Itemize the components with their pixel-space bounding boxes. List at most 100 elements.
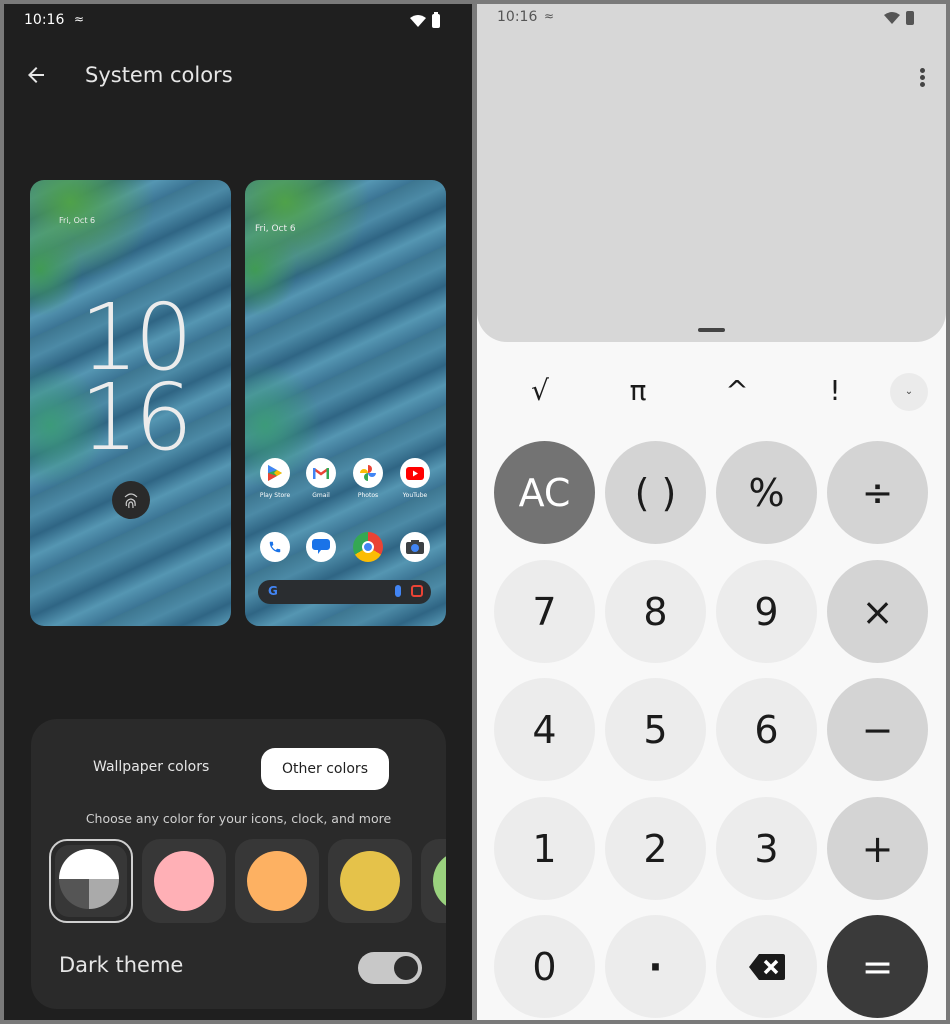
divide-key[interactable]: ÷ xyxy=(827,441,928,544)
power-key[interactable]: ^ xyxy=(707,366,767,416)
key-label: 2 xyxy=(643,826,668,871)
calculator-display[interactable]: 10:16 ≈ xyxy=(477,4,946,342)
app-play-store[interactable]: Play Store xyxy=(252,458,298,499)
key-label: 3 xyxy=(754,826,779,871)
app-photos[interactable]: Photos xyxy=(345,458,391,499)
home-date: Fri, Oct 6 xyxy=(255,224,296,234)
signal-off-icon: ≈ xyxy=(74,12,85,26)
equals-key[interactable]: = xyxy=(827,915,928,1018)
swatch-pink[interactable] xyxy=(142,839,226,923)
lock-screen-preview[interactable]: Fri, Oct 6 10 16 xyxy=(30,180,231,626)
digit-6-key[interactable]: 6 xyxy=(716,678,817,781)
digit-7-key[interactable]: 7 xyxy=(494,560,595,663)
decimal-point-key[interactable]: · xyxy=(605,915,706,1018)
color-swatches xyxy=(49,839,446,924)
dark-theme-label: Dark theme xyxy=(59,953,184,977)
key-label: 6 xyxy=(754,707,779,752)
add-key[interactable]: + xyxy=(827,797,928,900)
sqrt-key[interactable]: √ xyxy=(510,366,570,416)
drag-handle[interactable] xyxy=(698,328,725,332)
key-label: ÷ xyxy=(861,470,894,515)
arrow-back-icon[interactable] xyxy=(24,63,48,87)
dock-camera[interactable] xyxy=(392,532,438,562)
messages-icon xyxy=(306,532,336,562)
app-label: Photos xyxy=(357,492,379,499)
swatch-yellow[interactable] xyxy=(328,839,412,923)
mic-icon[interactable] xyxy=(395,585,401,597)
google-logo: G xyxy=(268,584,278,598)
pi-key[interactable]: π xyxy=(608,366,668,416)
all-clear-key[interactable]: AC xyxy=(494,441,595,544)
fingerprint-icon xyxy=(112,481,150,519)
digit-8-key[interactable]: 8 xyxy=(605,560,706,663)
swatch-dot xyxy=(340,851,400,911)
subtract-key[interactable]: − xyxy=(827,678,928,781)
wifi-icon xyxy=(410,15,426,27)
home-screen-preview[interactable]: Fri, Oct 6 Play Store Gmail Photos YouTu… xyxy=(245,180,446,626)
key-label: = xyxy=(861,944,894,989)
system-colors-screen: 10:16 ≈ System colors Fri, Oct 6 10 16 F… xyxy=(4,4,472,1020)
digit-5-key[interactable]: 5 xyxy=(605,678,706,781)
swatch-monochrome[interactable] xyxy=(49,839,133,923)
dock-messages[interactable] xyxy=(298,532,344,562)
app-label: Gmail xyxy=(312,492,330,499)
status-time: 10:16 xyxy=(497,9,538,25)
app-label: YouTube xyxy=(402,492,428,499)
dock-chrome[interactable] xyxy=(345,532,391,562)
app-label: Play Store xyxy=(259,492,291,499)
swatch-orange[interactable] xyxy=(235,839,319,923)
percent-key[interactable]: % xyxy=(716,441,817,544)
page-title: System colors xyxy=(85,63,233,87)
key-label: AC xyxy=(518,470,571,515)
digit-4-key[interactable]: 4 xyxy=(494,678,595,781)
key-label: 9 xyxy=(754,589,779,634)
play-store-icon xyxy=(260,458,290,488)
status-bar: 10:16 ≈ xyxy=(4,12,472,36)
key-label: 0 xyxy=(532,944,557,989)
key-label: 5 xyxy=(643,707,668,752)
factorial-key[interactable]: ! xyxy=(805,366,865,416)
toggle-knob xyxy=(394,956,418,980)
tab-wallpaper-colors[interactable]: Wallpaper colors xyxy=(93,759,209,775)
lock-date: Fri, Oct 6 xyxy=(59,216,96,225)
digit-1-key[interactable]: 1 xyxy=(494,797,595,900)
app-youtube[interactable]: YouTube xyxy=(392,458,438,499)
multiply-key[interactable]: × xyxy=(827,560,928,663)
dark-theme-toggle[interactable] xyxy=(358,952,422,984)
scientific-row: √ π ^ ! xyxy=(477,366,946,416)
google-search-bar[interactable]: G xyxy=(258,580,431,604)
camera-icon xyxy=(400,532,430,562)
digit-9-key[interactable]: 9 xyxy=(716,560,817,663)
youtube-icon xyxy=(400,458,430,488)
battery-icon xyxy=(906,11,914,25)
battery-icon xyxy=(432,12,440,28)
gmail-icon xyxy=(306,458,336,488)
key-label: + xyxy=(861,826,894,871)
app-bar: System colors xyxy=(4,59,472,99)
color-options-card: Wallpaper colors Other colors Choose any… xyxy=(31,719,446,1009)
digit-2-key[interactable]: 2 xyxy=(605,797,706,900)
backspace-key[interactable] xyxy=(716,915,817,1018)
digit-0-key[interactable]: 0 xyxy=(494,915,595,1018)
parentheses-key[interactable]: ( ) xyxy=(605,441,706,544)
digit-3-key[interactable]: 3 xyxy=(716,797,817,900)
swatch-dot xyxy=(433,851,446,911)
app-gmail[interactable]: Gmail xyxy=(298,458,344,499)
lens-icon[interactable] xyxy=(411,585,423,597)
backspace-icon xyxy=(748,953,785,980)
lock-clock: 10 16 xyxy=(80,292,193,464)
dock-phone[interactable] xyxy=(252,532,298,562)
key-label: % xyxy=(748,470,785,515)
signal-off-icon: ≈ xyxy=(544,9,555,23)
swatch-green[interactable] xyxy=(421,839,446,923)
key-label: ( ) xyxy=(634,470,677,515)
wifi-icon xyxy=(884,12,900,24)
photos-icon xyxy=(353,458,383,488)
key-label: 7 xyxy=(532,589,557,634)
color-hint: Choose any color for your icons, clock, … xyxy=(85,811,392,826)
chevron-down-icon[interactable]: ⌄ xyxy=(890,373,928,411)
swatch-dot xyxy=(154,851,214,911)
more-vert-icon[interactable] xyxy=(920,68,926,88)
tab-other-colors[interactable]: Other colors xyxy=(261,748,389,790)
color-source-tabs: Wallpaper colors Other colors xyxy=(31,748,446,790)
